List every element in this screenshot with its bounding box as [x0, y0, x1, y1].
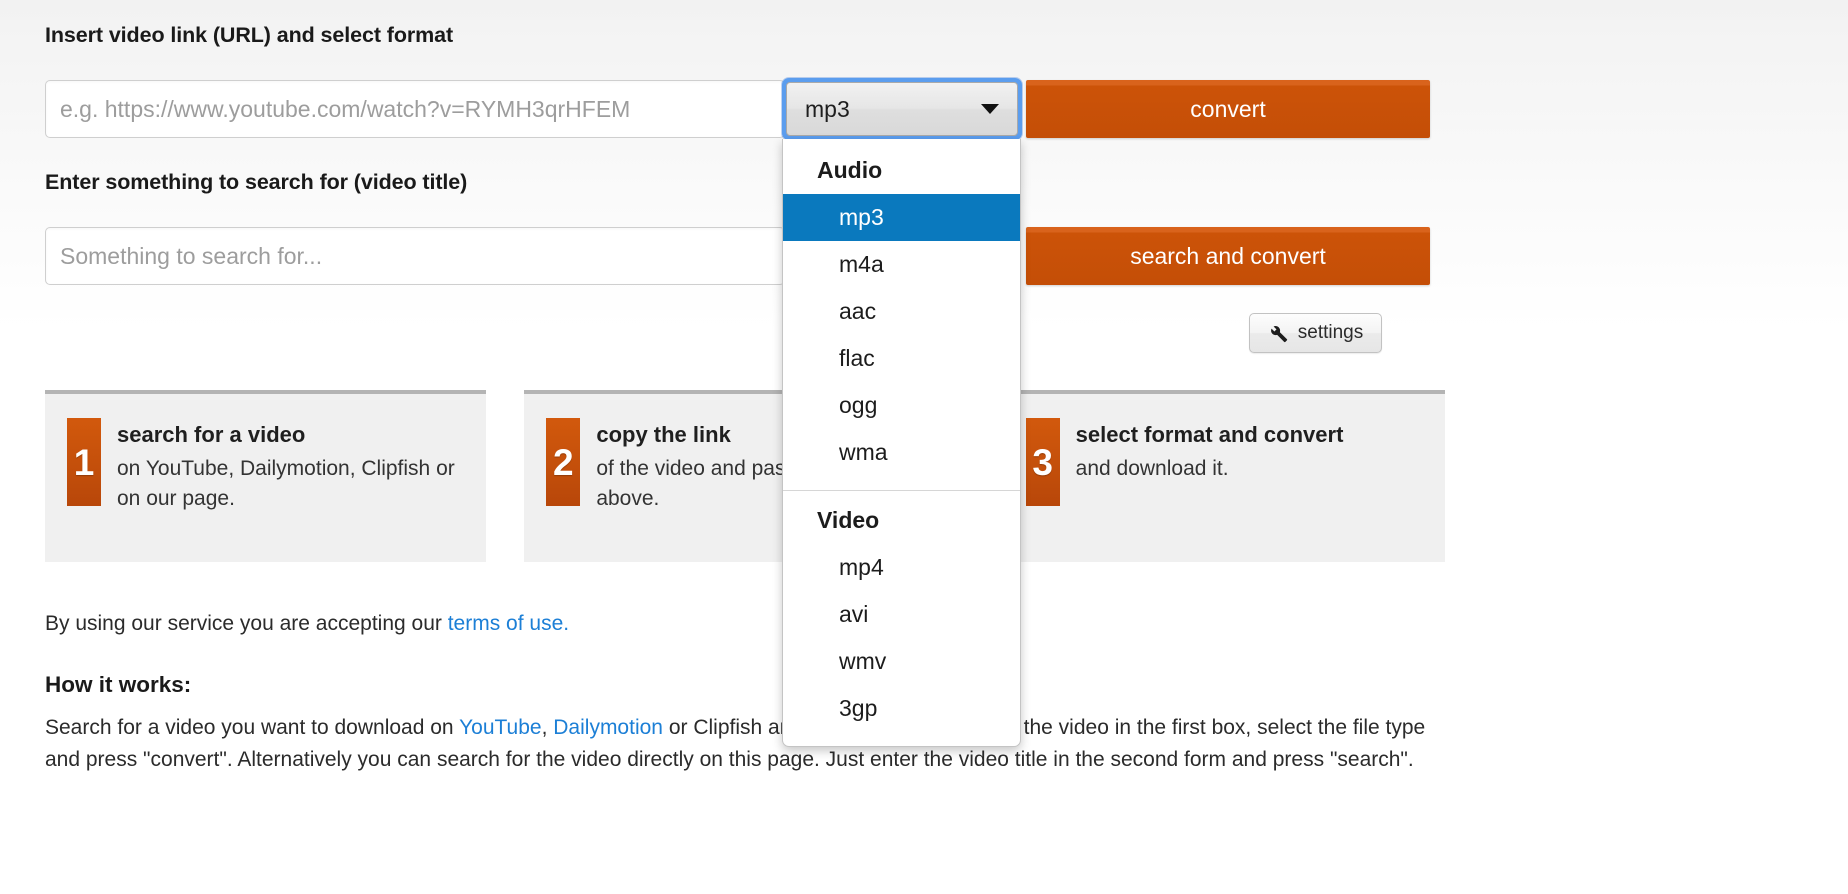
video-url-input[interactable] [45, 80, 785, 138]
video-search-input[interactable] [45, 227, 785, 285]
terms-prefix: By using our service you are accepting o… [45, 612, 448, 635]
step-card: 3 select format and convert and download… [1003, 390, 1445, 562]
dropdown-option-ogg[interactable]: ogg [783, 382, 1020, 429]
page-root: Insert video link (URL) and select forma… [0, 0, 1848, 894]
step-description: and download it. [1075, 457, 1229, 481]
dropdown-option-m4a[interactable]: m4a [783, 241, 1020, 288]
settings-label: settings [1297, 322, 1364, 343]
convert-button[interactable]: convert [1026, 80, 1430, 138]
step-number: 2 [546, 418, 581, 506]
how-it-works-heading: How it works: [45, 672, 192, 697]
format-select-face[interactable]: mp3 [786, 82, 1018, 136]
step-number: 3 [1025, 418, 1060, 506]
format-select-value: mp3 [805, 95, 850, 122]
terms-notice: By using our service you are accepting o… [45, 612, 569, 636]
steps-container: 1 search for a video on YouTube, Dailymo… [45, 390, 1445, 562]
settings-button[interactable]: settings [1249, 313, 1382, 353]
terms-of-use-link[interactable]: terms of use. [448, 612, 569, 635]
format-dropdown-list[interactable]: Audio mp3 m4a aac flac ogg wma Video mp4… [782, 139, 1021, 747]
dropdown-option-mp4[interactable]: mp4 [783, 544, 1020, 591]
youtube-link[interactable]: YouTube [459, 716, 542, 739]
search-and-convert-button[interactable]: search and convert [1026, 227, 1430, 285]
dropdown-group-video-label: Video [817, 507, 880, 533]
dropdown-option-wmv[interactable]: wmv [783, 638, 1020, 685]
dropdown-option-wma[interactable]: wma [783, 429, 1020, 476]
search-form-label: Enter something to search for (video tit… [45, 170, 468, 194]
how-it-works-body: Search for a video you want to download … [45, 712, 1430, 776]
dropdown-group-audio-label: Audio [817, 157, 883, 183]
dropdown-option-avi[interactable]: avi [783, 591, 1020, 638]
step-title: search for a video [117, 422, 306, 447]
dropdown-option-3gp[interactable]: 3gp [783, 685, 1020, 732]
how-part1: Search for a video you want to download … [45, 716, 460, 739]
dropdown-option-mp3[interactable]: mp3 [783, 194, 1020, 241]
how-comma: , [541, 716, 554, 739]
dropdown-option-flac[interactable]: flac [783, 335, 1020, 382]
dropdown-option-aac[interactable]: aac [783, 288, 1020, 335]
dropdown-separator [783, 490, 1020, 491]
dailymotion-link[interactable]: Dailymotion [553, 716, 663, 739]
step-body: search for a video on YouTube, Dailymoti… [117, 418, 466, 536]
wrench-icon [1270, 325, 1287, 342]
step-description: on YouTube, Dailymotion, Clipfish or on … [117, 457, 455, 510]
step-body: select format and convert and download i… [1076, 418, 1344, 536]
step-card: 1 search for a video on YouTube, Dailymo… [45, 390, 487, 562]
step-number: 1 [67, 418, 101, 506]
format-select[interactable]: mp3 [782, 78, 1022, 140]
url-form-label: Insert video link (URL) and select forma… [45, 23, 454, 47]
step-title: select format and convert [1075, 422, 1344, 447]
chevron-down-icon [981, 104, 999, 114]
